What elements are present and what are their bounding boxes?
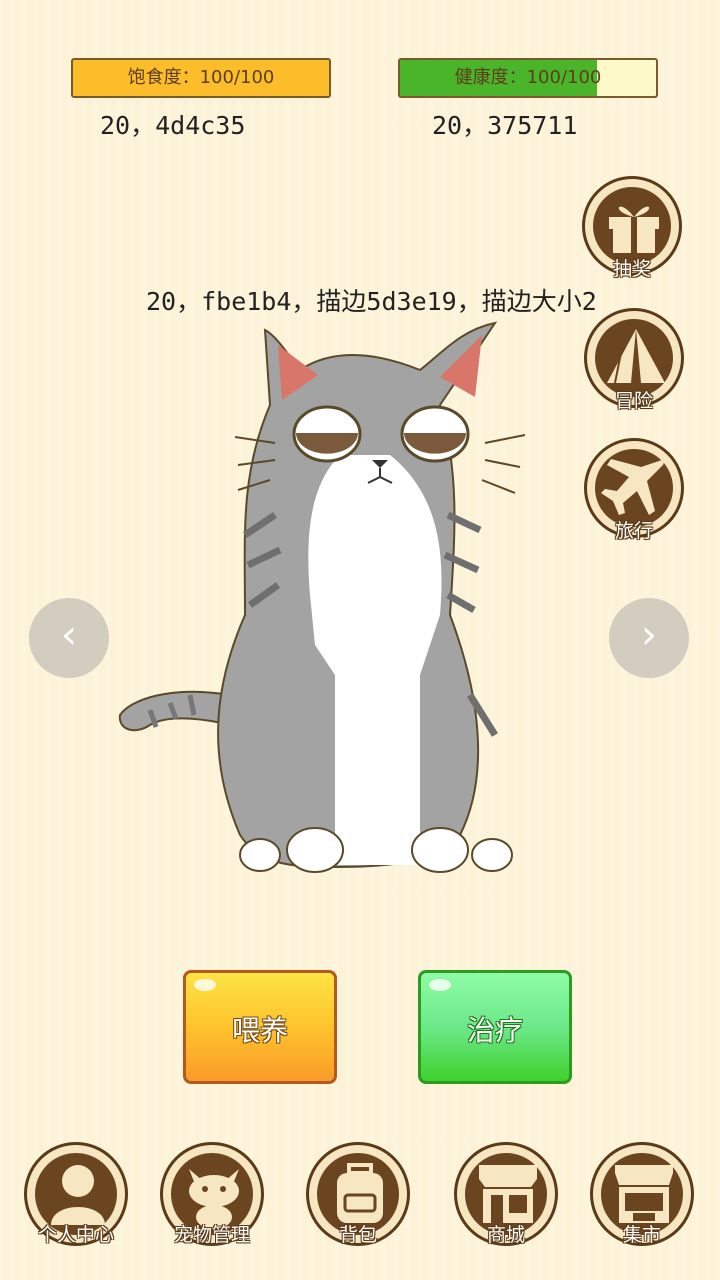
gift-icon	[609, 206, 659, 253]
person-icon	[51, 1165, 105, 1225]
hunger-label: 饱食度：100/100	[127, 67, 275, 88]
backpack-icon	[337, 1163, 383, 1223]
hunger-bar: 饱食度：100/100	[71, 58, 331, 98]
airplane-icon	[601, 459, 664, 515]
nav-profile-label: 个人中心	[37, 1224, 114, 1246]
nav-profile[interactable]: 个人中心	[24, 1142, 128, 1246]
adventure-label: 冒险	[614, 390, 653, 412]
travel-label: 旅行	[614, 520, 653, 542]
lottery-button[interactable]: 抽奖	[582, 176, 682, 280]
travel-button[interactable]: 旅行	[584, 438, 684, 542]
nav-backpack[interactable]: 背包	[306, 1142, 410, 1246]
shop-icon	[479, 1165, 537, 1223]
prev-pet-button[interactable]: ‹	[29, 598, 109, 678]
market-icon	[615, 1165, 673, 1223]
label-debug-text: 20，fbe1b4，描边5d3e19，描边大小2	[146, 287, 597, 316]
cat-icon	[189, 1169, 239, 1229]
nav-pet-management-label: 宠物管理	[173, 1224, 250, 1246]
chevron-right-icon: ›	[641, 612, 657, 658]
health-label: 健康度：100/100	[454, 67, 602, 88]
nav-shop[interactable]: 商城	[454, 1142, 558, 1246]
tent-icon	[607, 329, 665, 384]
health-debug-text: 20，375711	[432, 111, 578, 140]
hunger-debug-text: 20，4d4c35	[100, 111, 246, 140]
cat-pet-image[interactable]	[110, 315, 560, 885]
next-pet-button[interactable]: ›	[609, 598, 689, 678]
heal-button[interactable]: 治疗	[418, 970, 572, 1084]
nav-pet-management[interactable]: 宠物管理	[160, 1142, 264, 1246]
nav-market[interactable]: 集市	[590, 1142, 694, 1246]
nav-backpack-label: 背包	[338, 1224, 377, 1246]
health-bar: 健康度：100/100	[398, 58, 658, 98]
adventure-button[interactable]: 冒险	[584, 308, 684, 412]
nav-shop-label: 商城	[486, 1224, 525, 1246]
feed-label: 喂养	[231, 1014, 288, 1047]
heal-label: 治疗	[466, 1014, 523, 1047]
nav-market-label: 集市	[622, 1224, 661, 1246]
lottery-label: 抽奖	[612, 258, 651, 280]
chevron-left-icon: ‹	[61, 612, 77, 658]
feed-button[interactable]: 喂养	[183, 970, 337, 1084]
